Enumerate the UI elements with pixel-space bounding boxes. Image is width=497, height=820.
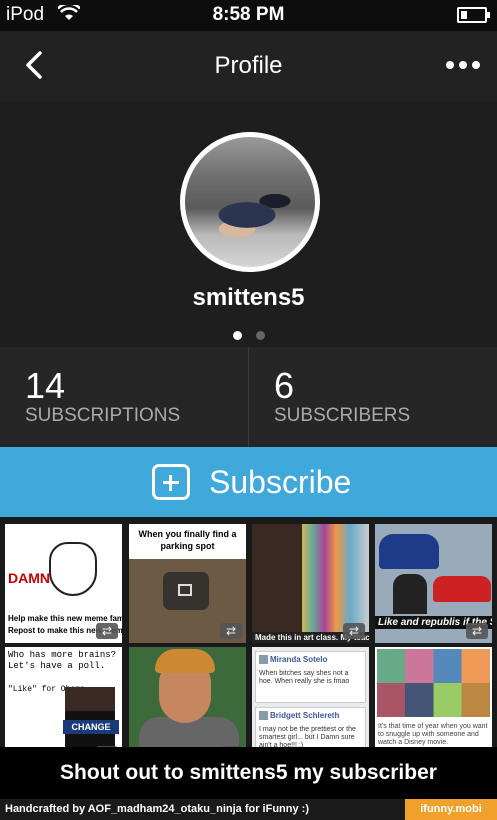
hair-image (155, 649, 215, 673)
post-text: When bitches say shes not a hoe. When re… (259, 670, 350, 685)
repost-icon[interactable]: ⇄ (343, 623, 365, 639)
page-title: Profile (214, 52, 283, 79)
shoutout-banner: Shout out to smittens5 my subscriber (0, 747, 497, 799)
tile-text: Who has more brains? Let's have a poll. (8, 650, 117, 671)
credit-text: Handcrafted by AOF_madham24_otaku_ninja … (5, 803, 309, 815)
post-thumbnail[interactable]: Like and republis if the Shelby Cob ⇄ (375, 524, 492, 643)
battery-icon (457, 7, 490, 23)
repost-icon[interactable]: ⇄ (220, 623, 242, 639)
tile-image (252, 524, 302, 643)
navigation-bar: Profile (0, 31, 497, 102)
subscribers-stat[interactable]: 6 SUBSCRIBERS (249, 347, 497, 447)
post-thumbnail[interactable]: It's that time of year when you want to … (375, 647, 492, 747)
avatar[interactable] (180, 132, 320, 272)
posts-grid: DAMN Help make this new meme fam Repost … (0, 517, 497, 747)
page-dot-active (232, 331, 242, 340)
post-author: Bridgett Schlereth (270, 711, 340, 720)
subscriptions-stat[interactable]: 14 SUBSCRIPTIONS (0, 347, 249, 447)
rage-face-image (49, 542, 97, 596)
page-indicator (0, 327, 497, 345)
post-text: I may not be the prettiest or the smarte… (259, 726, 356, 747)
post-author: Miranda Sotelo (270, 655, 328, 664)
ifunny-logo: ifunny.mobi (405, 799, 497, 820)
tile-title: When you finally find a parking spot (129, 524, 246, 559)
avatar (259, 655, 268, 664)
post-thumbnail[interactable]: Who has more brains? Let's have a poll. … (5, 647, 122, 747)
page-dot (255, 331, 265, 340)
repost-icon[interactable]: ⇄ (96, 623, 118, 639)
post-thumbnail[interactable]: DAMN Help make this new meme fam Repost … (5, 524, 122, 643)
car-image (433, 576, 491, 602)
clock: 8:58 PM (212, 4, 285, 25)
plus-icon (152, 464, 190, 500)
subscribe-button[interactable]: Subscribe (0, 447, 497, 517)
ellipsis-icon[interactable] (443, 53, 483, 77)
change-sign: CHANGE (63, 720, 119, 734)
post-thumbnail[interactable]: When you finally find a parking spot ⇄ (129, 524, 246, 643)
watermark-footer: Handcrafted by AOF_madham24_otaku_ninja … (0, 799, 497, 820)
username: smittens5 (192, 284, 305, 311)
car-image (379, 534, 439, 569)
person-image (65, 687, 115, 747)
subscribe-label: Subscribe (209, 464, 352, 500)
disney-collage-image (377, 683, 490, 717)
tile-word: DAMN (8, 570, 50, 586)
facebook-post: Miranda Sotelo When bitches say shes not… (255, 651, 366, 703)
tile-text: It's that time of year when you want to … (378, 723, 488, 746)
gallery-icon (163, 572, 209, 610)
subscriptions-label: SUBSCRIPTIONS (25, 405, 181, 426)
subscribers-count: 6 (274, 365, 295, 406)
post-thumbnail[interactable]: Miranda Sotelo When bitches say shes not… (252, 647, 369, 747)
subscribers-label: SUBSCRIBERS (274, 405, 411, 426)
repost-icon[interactable]: ⇄ (466, 623, 488, 639)
stats-bar: 14 SUBSCRIPTIONS 6 SUBSCRIBERS (0, 347, 497, 447)
status-bar: iPod 8:58 PM (0, 0, 497, 31)
profile-header: smittens5 (0, 101, 497, 347)
person-image (393, 574, 427, 614)
subscriptions-count: 14 (25, 365, 66, 406)
avatar (259, 711, 268, 720)
post-thumbnail[interactable]: ⇄ (129, 647, 246, 747)
post-thumbnail[interactable]: Made this in art class. My teacher put i… (252, 524, 369, 643)
facebook-post: Bridgett Schlereth I may not be the pret… (255, 707, 366, 747)
